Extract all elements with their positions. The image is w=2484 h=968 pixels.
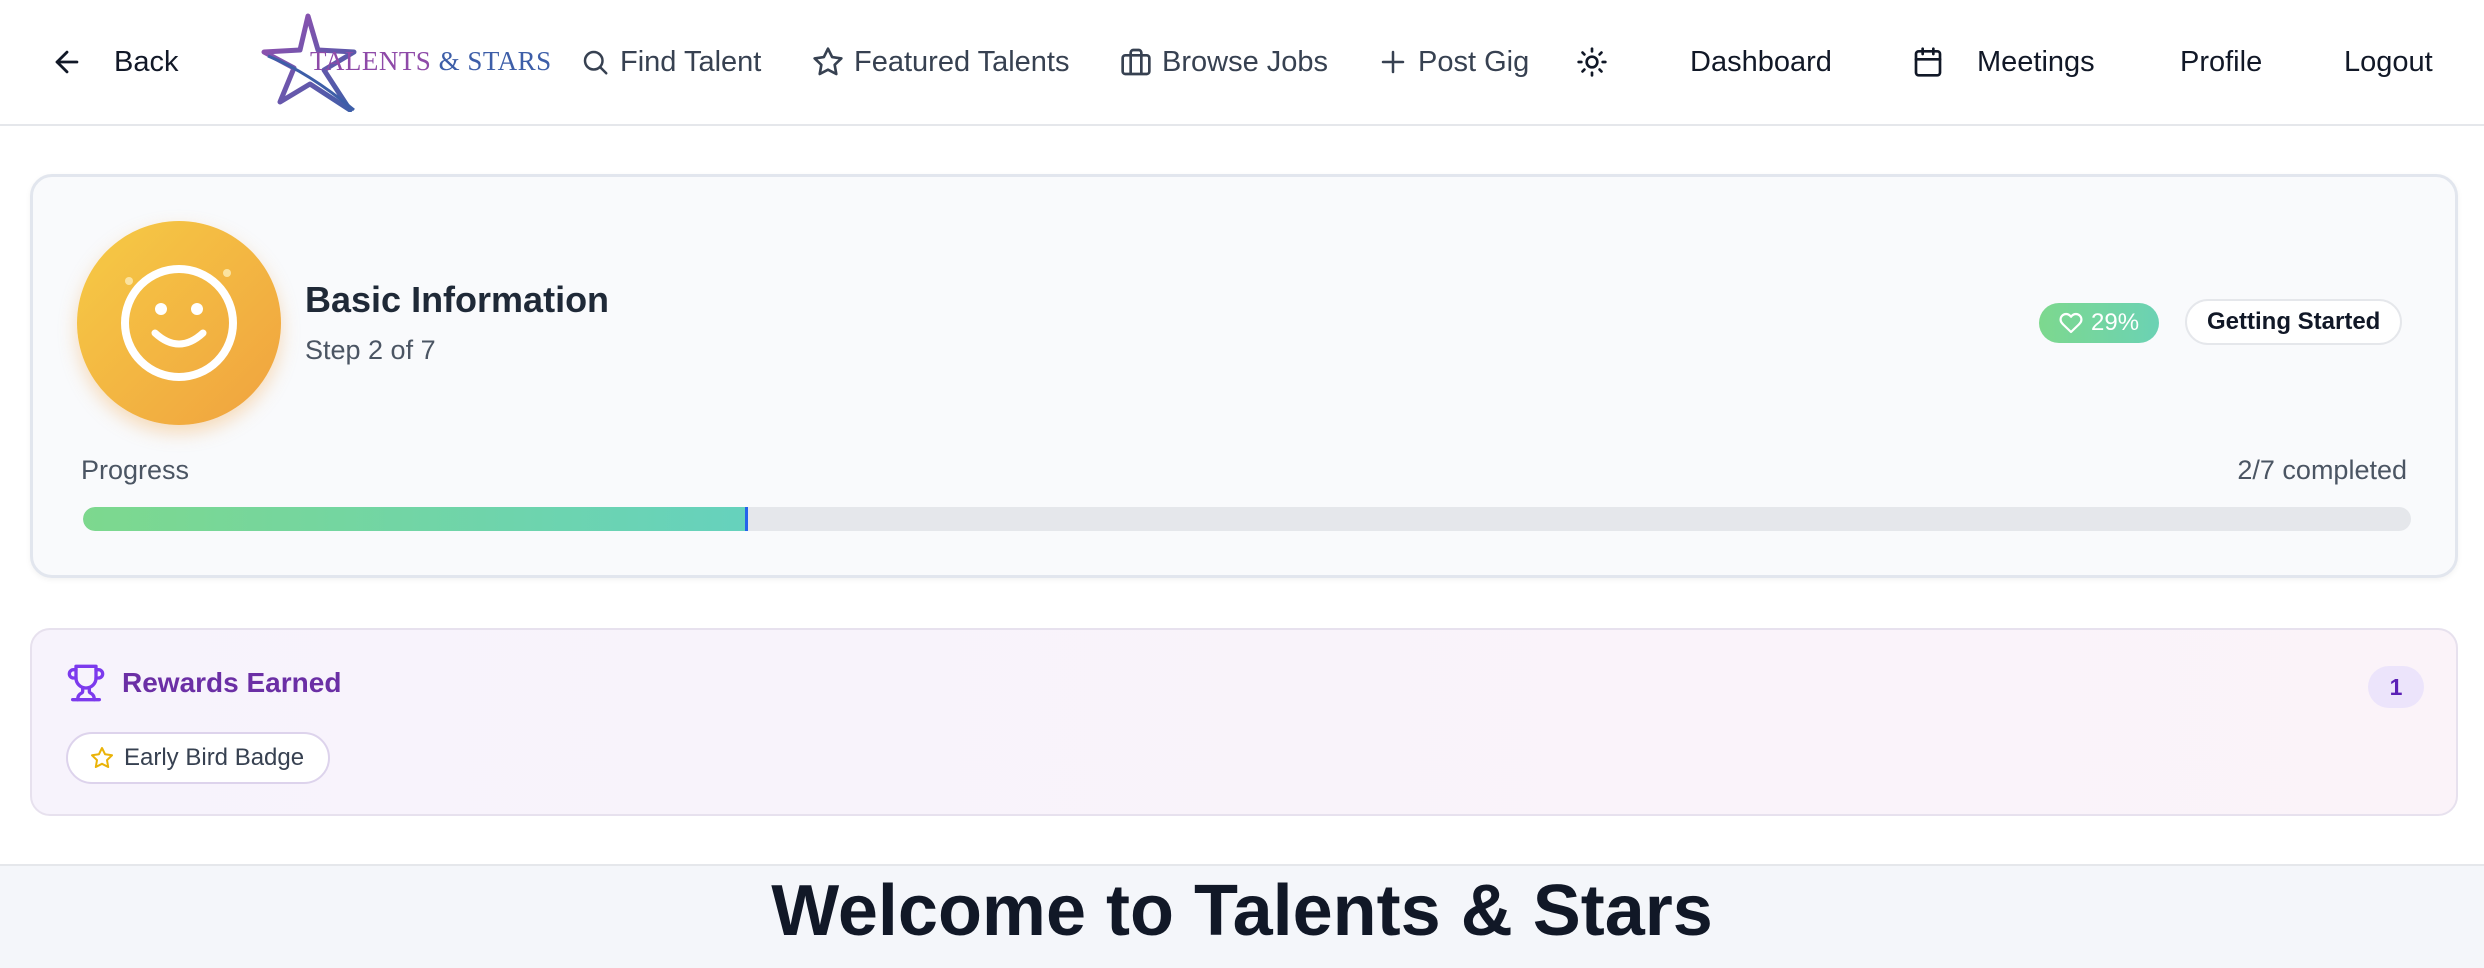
nav-logout[interactable]: Logout (2344, 0, 2433, 124)
calendar-icon[interactable] (1912, 0, 1944, 124)
nav-post-gig[interactable]: Post Gig (1378, 0, 1529, 124)
onboarding-progress-card: Basic Information Step 2 of 7 29% Gettin… (30, 174, 2458, 578)
nav-dashboard[interactable]: Dashboard (1690, 0, 1832, 124)
reward-chip-early-bird[interactable]: Early Bird Badge (66, 732, 331, 784)
star-icon (91, 747, 113, 768)
back-label: Back (114, 45, 179, 78)
nav-browse-jobs-label: Browse Jobs (1162, 45, 1329, 78)
search-icon (583, 50, 608, 75)
smiley-icon (121, 265, 237, 381)
nav-profile[interactable]: Profile (2180, 0, 2262, 124)
nav-find-talent[interactable]: Find Talent (580, 0, 761, 124)
nav-featured-talents[interactable]: Featured Talents (812, 0, 1070, 124)
welcome-section: Welcome to Talents & Stars (0, 864, 2484, 968)
progress-label: Progress (81, 455, 190, 485)
reward-chip-label: Early Bird Badge (124, 744, 305, 771)
nav-post-gig-label: Post Gig (1418, 45, 1530, 78)
rewards-card: Rewards Earned 1 Early Bird Badge (30, 628, 2458, 816)
arrow-left-icon (55, 50, 79, 74)
step-title: Basic Information (305, 279, 610, 320)
sun-icon (1577, 47, 1607, 77)
heart-icon (2059, 312, 2083, 334)
nav-featured-talents-label: Featured Talents (854, 45, 1070, 78)
completion-percent-label: 29% (2091, 309, 2140, 336)
welcome-title: Welcome to Talents & Stars (771, 871, 1713, 951)
back-button[interactable]: Back (50, 0, 178, 124)
trophy-icon (67, 664, 105, 702)
progress-bar-fill (83, 507, 749, 531)
top-navbar: Back TALENTS & STARS Find Talent Feature… (0, 0, 2484, 126)
smiley-avatar (77, 221, 281, 425)
progress-bar (83, 507, 2411, 531)
logo-text: TALENTS & STARS (310, 46, 552, 76)
talents-stars-logo[interactable]: TALENTS & STARS (258, 12, 551, 113)
star-icon (813, 47, 843, 76)
rewards-title: Rewards Earned (122, 667, 342, 698)
rewards-header: Rewards Earned (66, 658, 341, 708)
step-subtitle: Step 2 of 7 (305, 335, 436, 365)
completion-percent-badge: 29% (2039, 303, 2160, 343)
briefcase-icon (1121, 48, 1151, 76)
nav-meetings[interactable]: Meetings (1977, 0, 2095, 124)
progress-count: 2/7 completed (2237, 455, 2407, 485)
nav-find-talent-label: Find Talent (620, 45, 762, 78)
rewards-count-badge: 1 (2368, 666, 2424, 708)
status-badge: Getting Started (2185, 299, 2403, 345)
nav-browse-jobs[interactable]: Browse Jobs (1120, 0, 1328, 124)
plus-icon (1381, 50, 1405, 74)
theme-toggle-button[interactable] (1576, 0, 1608, 124)
